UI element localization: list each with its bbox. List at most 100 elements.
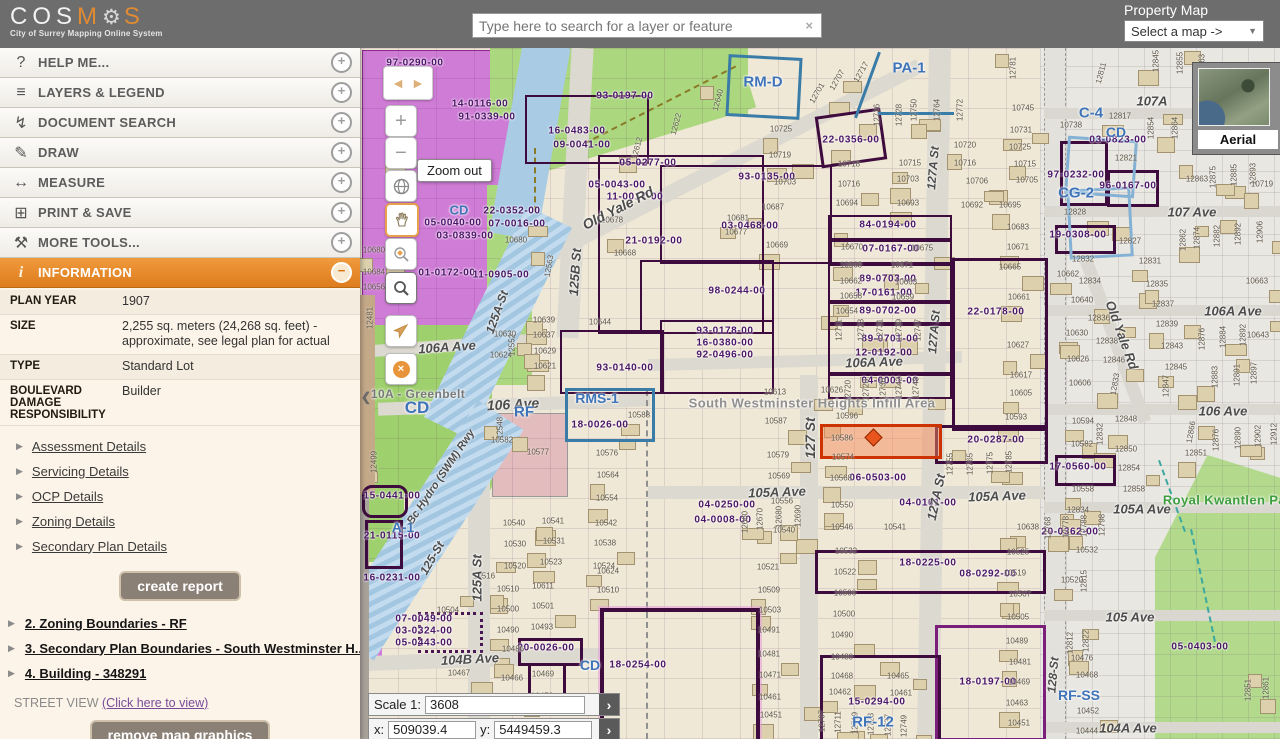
full-extent-button[interactable]: [385, 170, 417, 202]
house-number: 10670: [841, 243, 863, 252]
house-number: 10638: [1017, 523, 1039, 532]
x-input[interactable]: [388, 721, 476, 739]
house-number: 10540: [503, 519, 525, 528]
sidebar-item-help[interactable]: ?HELP ME...+: [0, 48, 360, 78]
basemap-switcher[interactable]: Aerial: [1192, 62, 1280, 155]
house-number: 12788: [1080, 515, 1089, 537]
house-number: 10669: [766, 241, 788, 250]
sidebar-item-document-search[interactable]: ↯DOCUMENT SEARCH+: [0, 108, 360, 138]
zone-label: CD: [450, 203, 469, 218]
house-number: 10705: [1016, 176, 1038, 185]
expand-icon[interactable]: +: [331, 202, 352, 223]
building-footprint: [861, 193, 879, 206]
parcel-id-label: 05-0443-00: [395, 638, 452, 649]
house-number: 10611: [532, 582, 554, 591]
search-tool-button[interactable]: [385, 272, 417, 304]
parcel-id-label: 91-0339-00: [458, 112, 515, 123]
house-number: 12875: [1209, 166, 1218, 188]
triangle-icon: ▶: [16, 441, 23, 452]
building-footprint: [1138, 70, 1159, 86]
detail-link[interactable]: Secondary Plan Details: [32, 539, 167, 554]
building-footprint: [1157, 137, 1175, 153]
building-footprint: [1272, 241, 1280, 254]
house-number: 10695: [999, 201, 1021, 210]
remove-map-graphics-button[interactable]: remove map graphics: [90, 720, 271, 739]
extent-history-panel: ◄ ►: [383, 66, 433, 100]
collapse-icon[interactable]: −: [331, 262, 352, 283]
house-number: 10582: [1071, 440, 1093, 449]
zoom-out-button[interactable]: −: [385, 137, 417, 169]
house-number: 12707: [818, 710, 827, 732]
street-view-link[interactable]: (Click here to view): [102, 696, 208, 710]
detail-link[interactable]: OCP Details: [32, 489, 103, 504]
zone-label: CD: [580, 657, 600, 673]
locate-button[interactable]: [385, 315, 417, 347]
pan-button[interactable]: [385, 203, 419, 237]
house-number: 10587: [765, 417, 787, 426]
sidebar-item-more-tools[interactable]: ⚒MORE TOOLS...+: [0, 228, 360, 258]
zoom-in-button[interactable]: +: [385, 105, 417, 137]
sidebar-item-measure[interactable]: ↔MEASURE+: [0, 168, 360, 198]
result-link[interactable]: 2. Zoning Boundaries - RF: [25, 616, 187, 631]
house-number: 12843: [1161, 342, 1183, 351]
house-number: 10593: [1005, 413, 1027, 422]
house-number: 10637: [533, 331, 555, 340]
clear-selection-button[interactable]: ×: [385, 353, 417, 385]
expand-icon[interactable]: +: [331, 142, 352, 163]
expand-icon[interactable]: +: [331, 52, 352, 73]
detail-link-row: ▶OCP Details: [16, 484, 360, 509]
scale-go-button[interactable]: ›: [599, 694, 619, 715]
detail-link[interactable]: Assessment Details: [32, 439, 146, 454]
parcel-id-label: 16-0483-00: [548, 126, 605, 137]
house-number: 10719: [769, 151, 791, 160]
layer-feature-search[interactable]: ×: [472, 13, 822, 38]
building-footprint: [911, 124, 927, 139]
expand-icon[interactable]: +: [331, 112, 352, 133]
previous-extent-icon[interactable]: ◄: [391, 75, 405, 91]
scale-input[interactable]: [425, 696, 585, 714]
map-canvas[interactable]: Old Yale RdOld Yale Rd125B St125A-St125A…: [360, 48, 1280, 739]
sidebar-item-information[interactable]: iINFORMATION−: [0, 258, 360, 288]
draw-icon: ✎: [8, 143, 34, 163]
building-footprint: [791, 462, 811, 473]
field-label: SIZE: [10, 319, 122, 350]
house-number: 10644: [589, 318, 611, 327]
scale-coordinate-panel: Scale 1: › x: y: ›: [368, 693, 620, 739]
next-extent-icon[interactable]: ►: [411, 75, 425, 91]
house-number: 12716: [873, 104, 882, 126]
gear-icon: ⚙: [102, 6, 124, 29]
sidebar-item-layers[interactable]: ≡LAYERS & LEGEND+: [0, 78, 360, 108]
building-footprint: [527, 375, 545, 391]
y-input[interactable]: [494, 721, 592, 739]
sidebar-collapse-icon[interactable]: ❮: [361, 390, 371, 404]
result-link[interactable]: 4. Building - 348291: [25, 666, 146, 681]
expand-icon[interactable]: +: [331, 82, 352, 103]
house-number: 10588: [628, 411, 650, 420]
zoom-window-button[interactable]: [385, 238, 417, 270]
result-link[interactable]: 3. Secondary Plan Boundaries - South Wes…: [25, 641, 360, 656]
house-number: 10668: [840, 261, 862, 270]
house-number: 10510: [497, 585, 519, 594]
create-report-button[interactable]: create report: [119, 571, 241, 601]
house-number: 12768: [1044, 517, 1053, 539]
map-select-dropdown[interactable]: Select a map -> ▼: [1124, 20, 1264, 42]
search-input[interactable]: [473, 18, 797, 34]
parcel-id-label: 03-0324-00: [395, 626, 452, 637]
expand-icon[interactable]: +: [331, 232, 352, 253]
sidebar-item-label: MORE TOOLS...: [34, 235, 331, 250]
triangle-icon: ▶: [8, 643, 15, 654]
sidebar-item-draw[interactable]: ✎DRAW+: [0, 138, 360, 168]
detail-link[interactable]: Servicing Details: [32, 464, 129, 479]
detail-link[interactable]: Zoning Details: [32, 514, 115, 529]
expand-icon[interactable]: +: [331, 172, 352, 193]
property-map-label: Property Map: [1124, 2, 1264, 18]
sidebar-item-print[interactable]: ⊞PRINT & SAVE+: [0, 198, 360, 228]
house-number: 10509: [758, 586, 780, 595]
house-number: 12845: [1152, 50, 1161, 72]
street-label: 106A Ave: [1204, 304, 1262, 319]
house-number: 10677: [725, 228, 747, 237]
clear-search-icon[interactable]: ×: [797, 18, 821, 33]
triangle-icon: ▶: [16, 516, 23, 527]
house-number: 12912: [1270, 423, 1279, 445]
coordinate-go-button[interactable]: ›: [599, 719, 619, 739]
